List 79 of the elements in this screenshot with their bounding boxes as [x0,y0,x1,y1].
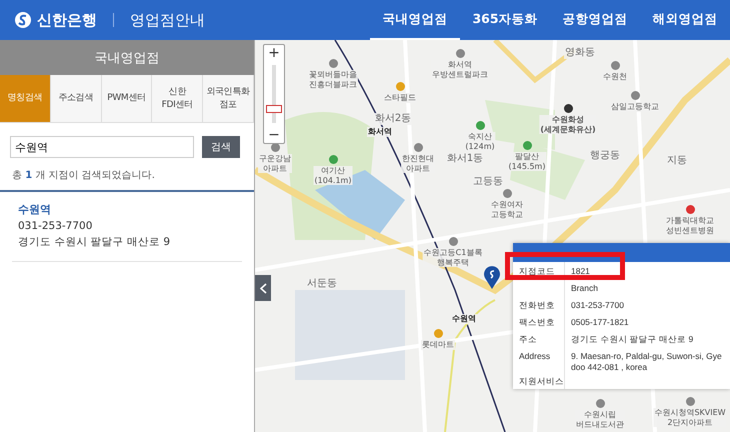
branch-address: 경기도 수원시 팔달구 매산로 9 [18,235,172,249]
map-label: 수원여자 고등학교 [490,200,524,220]
map-label: 지동 [666,155,688,167]
poi-icon [631,91,640,100]
chevron-left-icon [260,282,266,294]
info-value: 경기도 수원시 팔달구 매산로 9 [570,333,694,346]
map-label: 화서역 우방센트럴파크 [431,60,489,80]
info-label: 지점코드 [513,262,565,279]
poi-icon [523,141,532,150]
search-tab[interactable]: PWM센터 [102,75,152,122]
info-value: 0505-177-1821 [570,316,630,329]
info-value: 031-253-7700 [570,299,625,312]
info-label: 전화번호 [513,296,565,313]
map-label: 영화동 [564,47,596,59]
map-label: 화서2동 [374,113,412,125]
map-label: 수원천 [602,72,628,82]
logo-icon [14,11,32,29]
map-label: 롯데마트 [421,340,455,350]
map-label: 행궁동 [589,150,621,162]
search-tab[interactable]: 주소검색 [50,75,102,122]
collapse-button[interactable] [255,275,271,301]
map-label: 수원화성 (세계문화유산) [539,115,597,134]
map-label: 고등동 [472,176,504,188]
poi-icon [476,121,485,130]
section-title: 영업점안내 [130,10,205,30]
search-tab[interactable]: 신한 FDI센터 [152,75,204,122]
poi-icon [414,143,423,152]
info-value: 9. Maesan-ro, Paldal-gu, Suwon-si, Gye doo 442-081 , korea [570,350,723,372]
map-label: 서둔동 [306,278,338,290]
nav-tab[interactable]: 365자동화 [460,0,550,40]
map-label: 화서1동 [446,153,484,165]
map-label: 꽃뫼버들마을 진흥더블파크 [308,70,358,90]
poi-icon [596,399,605,408]
map-label: 화서역 [367,127,393,137]
map-label: 팔달산 (145.5m) [508,152,546,172]
info-value: Branch [570,282,599,295]
search-field[interactable]: 수원역 [10,136,194,158]
panel-title: 국내영업점 [0,40,254,75]
poi-icon [329,59,338,68]
zoom-slider-thumb[interactable] [266,104,282,112]
poi-icon [449,237,458,246]
info-label: 주소 [513,330,565,347]
map-label: 숙지산 (124m) [464,132,496,152]
zoom-in-button[interactable]: + [264,45,284,61]
info-label: 지원서비스 [513,372,565,390]
branch-link[interactable]: 수원역 [18,202,242,217]
nav-tab[interactable]: 해외영업점 [640,0,730,40]
map-label: 스타필드 [383,93,417,103]
poi-icon [329,155,338,164]
map-label: 수원고등C1블록 행복주택 [422,248,484,268]
branch-phone: 031-253-7700 [18,220,94,232]
search-button[interactable]: 검색 [202,136,240,158]
poi-icon [503,189,512,198]
map-label: 수원시립 버드내도서관 [575,410,625,430]
zoom-control[interactable]: + − [263,44,285,144]
info-label: Address [513,347,565,372]
nav-tab[interactable]: 공항영업점 [550,0,640,40]
zoom-out-button[interactable]: − [264,127,284,143]
branch-pin-icon[interactable] [483,265,501,289]
map-label: 가톨릭대학교 성빈센트병원 [665,216,715,236]
map-label: 수원역 [451,314,477,324]
map-label: 수원시청역SKVIEW 2단지아파트 [653,408,727,428]
poi-icon [686,397,695,406]
search-tab[interactable]: 외국인특화 점포 [203,75,254,122]
poi-icon [271,143,280,152]
map-label: 여기산 (104.1m) [314,166,352,186]
map-label: 한진현대 아파트 [401,154,435,174]
poi-icon [686,205,695,214]
info-label: 팩스번호 [513,313,565,330]
poi-icon [564,104,573,113]
map-label: 구운강남 아파트 [258,154,292,174]
brand-name: 신한은행 [37,10,97,30]
poi-icon [396,82,405,91]
poi-icon [456,49,465,58]
poi-icon [611,61,620,70]
poi-icon [434,329,443,338]
info-value: 1821 [570,265,591,278]
result-count: 총 1 개 지점이 검색되었습니다. [0,158,254,192]
map-label: 삼일고등학교 [610,102,660,112]
